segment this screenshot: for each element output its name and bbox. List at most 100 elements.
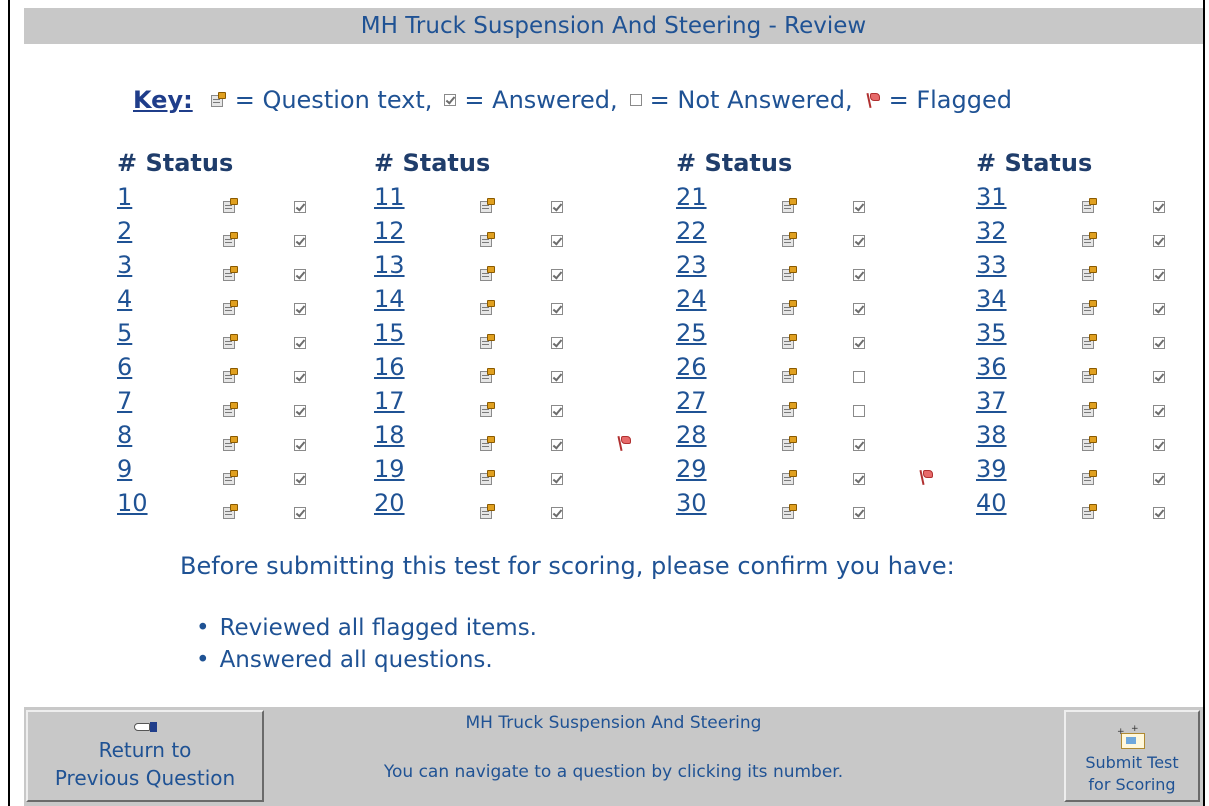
question-number-link[interactable]: 22 [676,217,720,245]
question-text-icon[interactable] [782,470,798,486]
question-number-link[interactable]: 4 [117,285,161,313]
question-text-icon[interactable] [480,368,496,384]
answered-checkbox-icon [853,337,865,349]
question-number-link[interactable]: 35 [976,319,1020,347]
question-text-icon[interactable] [480,334,496,350]
question-text-icon[interactable] [223,334,239,350]
question-text-icon[interactable] [1082,198,1098,214]
question-row: 11 [374,180,574,214]
window-border-left [8,0,10,806]
question-number-link[interactable]: 29 [676,455,720,483]
question-number-link[interactable]: 33 [976,251,1020,279]
question-text-icon[interactable] [223,470,239,486]
question-number-link[interactable]: 24 [676,285,720,313]
question-number-link[interactable]: 38 [976,421,1020,449]
question-number-link[interactable]: 13 [374,251,418,279]
question-number-link[interactable]: 15 [374,319,418,347]
question-text-icon[interactable] [782,436,798,452]
question-text-icon[interactable] [1082,232,1098,248]
question-number-link[interactable]: 6 [117,353,161,381]
question-text-icon[interactable] [1082,504,1098,520]
question-number-link[interactable]: 5 [117,319,161,347]
question-text-icon[interactable] [782,402,798,418]
question-number-link[interactable]: 12 [374,217,418,245]
submit-test-button[interactable]: + + Submit Test for Scoring [1064,710,1200,802]
answered-checkbox-icon [551,439,563,451]
question-text-icon[interactable] [1082,368,1098,384]
question-number-link[interactable]: 40 [976,489,1020,517]
question-number-link[interactable]: 34 [976,285,1020,313]
question-number-link[interactable]: 37 [976,387,1020,415]
question-row: 24 [676,282,876,316]
key-not-answered: = Not Answered, [629,86,853,114]
question-number-link[interactable]: 19 [374,455,418,483]
question-number-link[interactable]: 1 [117,183,161,211]
question-number-link[interactable]: 28 [676,421,720,449]
question-row: 34 [976,282,1176,316]
question-text-icon[interactable] [223,232,239,248]
question-row: 18 [374,418,631,452]
question-number-link[interactable]: 39 [976,455,1020,483]
question-text-icon [210,92,227,108]
question-text-icon[interactable] [480,402,496,418]
question-text-icon[interactable] [480,232,496,248]
question-text-icon[interactable] [782,266,798,282]
question-number-link[interactable]: 9 [117,455,161,483]
question-text-icon[interactable] [1082,470,1098,486]
question-number-link[interactable]: 21 [676,183,720,211]
question-number-link[interactable]: 23 [676,251,720,279]
question-number-link[interactable]: 25 [676,319,720,347]
question-text-icon[interactable] [223,198,239,214]
question-number-link[interactable]: 36 [976,353,1020,381]
question-text-icon[interactable] [223,368,239,384]
answered-checkbox-icon [551,303,563,315]
question-row: 17 [374,384,574,418]
question-text-icon[interactable] [1082,402,1098,418]
question-text-icon[interactable] [782,300,798,316]
question-text-icon[interactable] [480,198,496,214]
question-text-icon[interactable] [782,334,798,350]
question-text-icon[interactable] [480,266,496,282]
question-number-link[interactable]: 8 [117,421,161,449]
question-number-link[interactable]: 14 [374,285,418,313]
question-number-link[interactable]: 3 [117,251,161,279]
question-text-icon[interactable] [480,436,496,452]
question-text-icon[interactable] [782,368,798,384]
question-text-icon[interactable] [223,266,239,282]
question-number-link[interactable]: 17 [374,387,418,415]
question-text-icon[interactable] [782,504,798,520]
question-text-icon[interactable] [480,300,496,316]
question-text-icon[interactable] [782,232,798,248]
question-row: 4 [117,282,317,316]
question-number-link[interactable]: 31 [976,183,1020,211]
question-number-link[interactable]: 7 [117,387,161,415]
question-number-link[interactable]: 18 [374,421,418,449]
flag-icon [865,92,881,109]
column-header: # Status [117,149,234,177]
answered-checkbox-icon [551,405,563,417]
question-text-icon[interactable] [223,436,239,452]
question-text-icon[interactable] [223,504,239,520]
question-number-link[interactable]: 10 [117,489,161,517]
question-text-icon[interactable] [480,470,496,486]
question-text-icon[interactable] [1082,300,1098,316]
question-number-link[interactable]: 27 [676,387,720,415]
question-text-icon[interactable] [1082,266,1098,282]
question-text-icon[interactable] [223,300,239,316]
unanswered-checkbox-icon [853,371,865,383]
question-text-icon[interactable] [1082,334,1098,350]
question-text-icon[interactable] [1082,436,1098,452]
question-text-icon[interactable] [782,198,798,214]
question-number-link[interactable]: 26 [676,353,720,381]
question-text-icon[interactable] [480,504,496,520]
question-number-link[interactable]: 2 [117,217,161,245]
page-title: MH Truck Suspension And Steering - Revie… [360,13,867,39]
question-number-link[interactable]: 16 [374,353,418,381]
question-number-link[interactable]: 20 [374,489,418,517]
checklist-item: Answered all questions. [196,644,537,676]
answered-checkbox-icon [551,371,563,383]
question-number-link[interactable]: 32 [976,217,1020,245]
question-number-link[interactable]: 30 [676,489,720,517]
question-text-icon[interactable] [223,402,239,418]
question-number-link[interactable]: 11 [374,183,418,211]
